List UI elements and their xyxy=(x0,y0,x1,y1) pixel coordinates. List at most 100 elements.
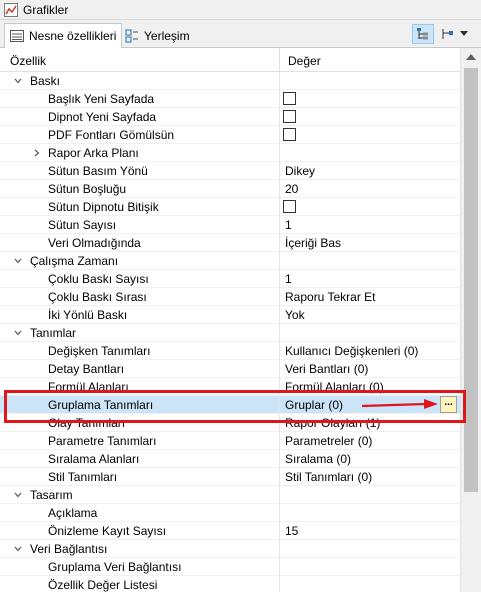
property-name: Önizleme Kayıt Sayısı xyxy=(48,524,167,538)
property-value[interactable]: Raporu Tekrar Et xyxy=(285,290,376,304)
column-separator xyxy=(279,126,280,144)
property-name: Sıralama Alanları xyxy=(48,452,140,466)
scroll-thumb[interactable] xyxy=(464,68,478,492)
property-row[interactable]: Başlık Yeni Sayfada xyxy=(0,90,460,108)
column-separator xyxy=(279,216,280,234)
tab-nesne-ozellikleri[interactable]: Nesne özellikleri xyxy=(4,23,123,49)
column-separator xyxy=(279,48,280,72)
column-separator xyxy=(279,180,280,198)
property-name: Çoklu Baskı Sayısı xyxy=(48,272,149,286)
property-name: Sütun Dipnotu Bitişik xyxy=(48,200,159,214)
category-row[interactable]: Veri Bağlantısı xyxy=(0,540,460,558)
layout-icon xyxy=(125,29,138,42)
view-menu-button[interactable] xyxy=(456,24,472,44)
property-row[interactable]: Özellik Değer Listesi xyxy=(0,576,460,592)
chevron-right-icon[interactable] xyxy=(33,149,41,157)
tab-label: Yerleşim xyxy=(144,28,190,43)
column-separator xyxy=(279,162,280,180)
property-row[interactable]: Çoklu Baskı Sırası Raporu Tekrar Et xyxy=(0,288,460,306)
column-separator xyxy=(279,432,280,450)
tab-bar: Nesne özellikleri Yerleşim xyxy=(0,20,481,49)
property-row[interactable]: Sütun Dipnotu Bitişik xyxy=(0,198,460,216)
category-row[interactable]: Tanımlar xyxy=(0,324,460,342)
chevron-down-icon[interactable] xyxy=(14,545,22,553)
property-value[interactable]: Dikey xyxy=(285,164,315,178)
properties-icon xyxy=(10,30,24,42)
table-header: Özellik Değer xyxy=(0,48,460,72)
scroll-up-arrow[interactable] xyxy=(466,54,476,60)
property-name: Tanımlar xyxy=(30,326,77,340)
property-row[interactable]: Stil Tanımları Stil Tanımları (0) xyxy=(0,468,460,486)
property-value[interactable]: 1 xyxy=(285,218,292,232)
property-row[interactable]: Çoklu Baskı Sayısı 1 xyxy=(0,270,460,288)
property-name: Sütun Sayısı xyxy=(48,218,117,232)
column-header-property: Özellik xyxy=(10,54,47,68)
column-separator xyxy=(279,486,280,504)
column-header-value: Değer xyxy=(288,54,321,68)
property-value[interactable]: Parametreler (0) xyxy=(285,434,372,448)
chevron-down-icon[interactable] xyxy=(14,491,22,499)
tab-yerlesim[interactable]: Yerleşim xyxy=(120,23,195,48)
property-row[interactable]: Sıralama Alanları Sıralama (0) xyxy=(0,450,460,468)
chevron-down-icon[interactable] xyxy=(14,329,22,337)
property-checkbox[interactable] xyxy=(283,128,296,141)
property-row[interactable]: Detay Bantları Veri Bantları (0) xyxy=(0,360,460,378)
column-separator xyxy=(279,90,280,108)
property-name: Baskı xyxy=(30,74,61,88)
property-row[interactable]: Sütun Boşluğu 20 xyxy=(0,180,460,198)
category-row[interactable]: Çalışma Zamanı xyxy=(0,252,460,270)
property-value[interactable]: 20 xyxy=(285,182,298,196)
property-value[interactable]: İçeriği Bas xyxy=(285,236,341,250)
property-name: Tasarım xyxy=(30,488,73,502)
property-name: Çalışma Zamanı xyxy=(30,254,119,268)
vertical-scrollbar[interactable] xyxy=(460,48,481,592)
property-row[interactable]: Dipnot Yeni Sayfada xyxy=(0,108,460,126)
filter-button[interactable] xyxy=(436,24,458,44)
chevron-down-icon[interactable] xyxy=(14,257,22,265)
property-value[interactable]: 15 xyxy=(285,524,298,538)
property-row[interactable]: Gruplama Veri Bağlantısı xyxy=(0,558,460,576)
column-separator xyxy=(279,342,280,360)
property-value[interactable]: Sıralama (0) xyxy=(285,452,351,466)
property-row[interactable]: İki Yönlü Baskı Yok xyxy=(0,306,460,324)
property-row[interactable]: Önizleme Kayıt Sayısı 15 xyxy=(0,522,460,540)
column-separator xyxy=(279,270,280,288)
category-row[interactable]: Baskı xyxy=(0,72,460,90)
property-name: Dipnot Yeni Sayfada xyxy=(48,110,157,124)
property-row[interactable]: Açıklama xyxy=(0,504,460,522)
column-separator xyxy=(279,504,280,522)
category-row[interactable]: Rapor Arka Planı xyxy=(0,144,460,162)
property-checkbox[interactable] xyxy=(283,200,296,213)
property-row[interactable]: Sütun Basım Yönü Dikey xyxy=(0,162,460,180)
property-row[interactable]: Sütun Sayısı 1 xyxy=(0,216,460,234)
category-row[interactable]: Tasarım xyxy=(0,486,460,504)
column-separator xyxy=(279,288,280,306)
property-name: Detay Bantları xyxy=(48,362,125,376)
property-row[interactable]: Parametre Tanımları Parametreler (0) xyxy=(0,432,460,450)
column-separator xyxy=(279,324,280,342)
column-separator xyxy=(279,108,280,126)
property-value[interactable]: 1 xyxy=(285,272,292,286)
column-separator xyxy=(279,360,280,378)
property-name: Veri Bağlantısı xyxy=(30,542,108,556)
filter-icon xyxy=(442,29,453,39)
tree-view-icon xyxy=(417,28,428,40)
title-bar: Grafikler xyxy=(0,0,481,20)
property-name: Açıklama xyxy=(48,506,98,520)
column-separator xyxy=(279,72,280,90)
property-name: Özellik Değer Listesi xyxy=(48,578,158,592)
chevron-down-icon[interactable] xyxy=(14,77,22,85)
property-value[interactable]: Yok xyxy=(285,308,305,322)
column-separator xyxy=(279,144,280,162)
property-value[interactable]: Veri Bantları (0) xyxy=(285,362,368,376)
property-row[interactable]: Veri Olmadığında İçeriği Bas xyxy=(0,234,460,252)
tree-view-button[interactable] xyxy=(412,24,434,44)
column-separator xyxy=(279,522,280,540)
property-checkbox[interactable] xyxy=(283,92,296,105)
property-row[interactable]: PDF Fontları Gömülsün xyxy=(0,126,460,144)
property-checkbox[interactable] xyxy=(283,110,296,123)
property-row[interactable]: Değişken Tanımları Kullanıcı Değişkenleri… xyxy=(0,342,460,360)
annotation-arrow xyxy=(361,399,438,409)
property-value[interactable]: Kullanıcı Değişkenleri (0) xyxy=(285,344,418,358)
property-value[interactable]: Stil Tanımları (0) xyxy=(285,470,372,484)
